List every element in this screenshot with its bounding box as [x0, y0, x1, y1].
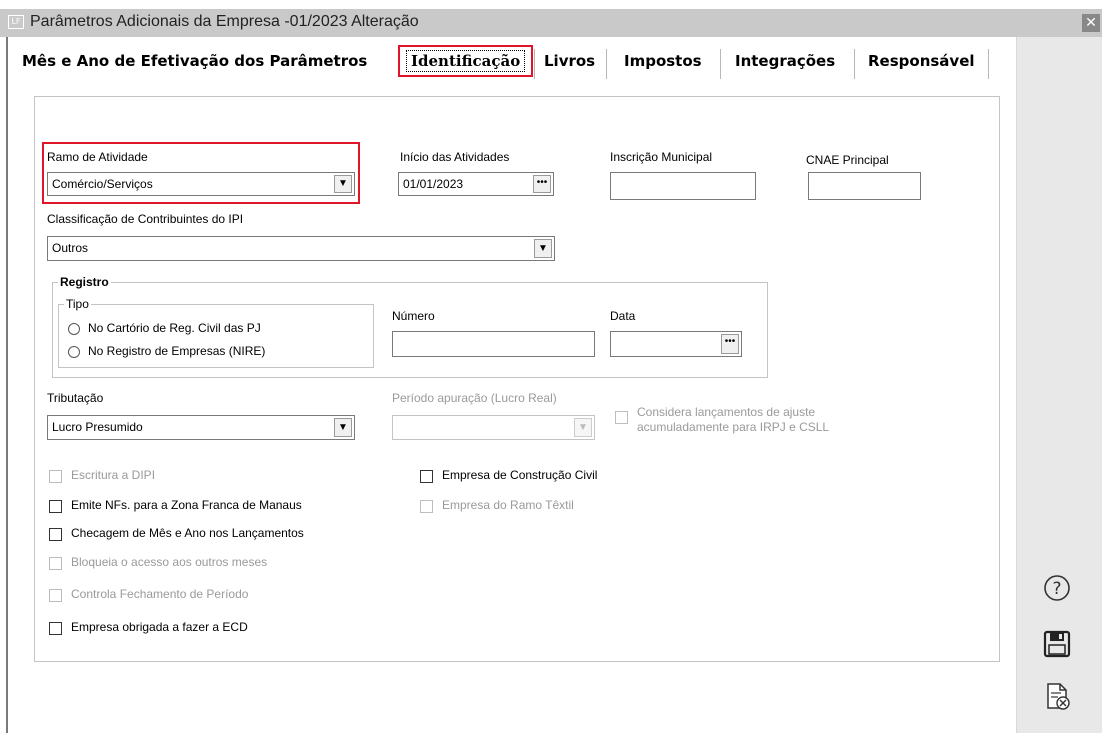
checkbox[interactable] — [49, 500, 62, 513]
app-logo-icon: LF — [8, 15, 24, 29]
tab-separator — [534, 49, 535, 79]
periodo-label: Período apuração (Lucro Real) — [392, 391, 557, 405]
checkbox[interactable] — [49, 528, 62, 541]
radio-nire-label: No Registro de Empresas (NIRE) — [88, 344, 266, 358]
tab-separator — [988, 49, 989, 79]
tab-mes-ano[interactable]: Mês e Ano de Efetivação dos Parâmetros — [14, 47, 375, 79]
tab-livros[interactable]: Livros — [536, 47, 603, 79]
classificacao-value: Outros — [52, 241, 89, 255]
tributacao-label: Tributação — [47, 391, 104, 405]
ecd-label: Empresa obrigada a fazer a ECD — [71, 620, 248, 634]
checkbox[interactable] — [420, 470, 433, 483]
title-bar[interactable]: LF Parâmetros Adicionais da Empresa -01/… — [0, 9, 1102, 37]
checkbox[interactable] — [420, 500, 433, 513]
zona-franca-label: Emite NFs. para a Zona Franca de Manaus — [71, 498, 302, 512]
data-label: Data — [610, 309, 636, 323]
considera-label: Considera lançamentos de ajuste acumulad… — [637, 405, 829, 435]
screen-top-strip — [0, 0, 1102, 9]
escritura-dipi-label: Escritura a DIPI — [71, 468, 156, 482]
cancel-document-icon[interactable] — [1042, 681, 1072, 711]
tab-highlight-box — [398, 45, 533, 77]
checkbox[interactable] — [49, 622, 62, 635]
numero-input[interactable] — [392, 331, 595, 357]
checkbox[interactable] — [49, 589, 62, 602]
chevron-down-icon[interactable]: ▼ — [334, 418, 352, 437]
close-button[interactable]: ✕ — [1082, 14, 1100, 32]
classificacao-select[interactable]: Outros ▼ — [47, 236, 555, 261]
ramo-select[interactable]: Comércio/Serviços ▼ — [47, 172, 355, 196]
inicio-date-field[interactable]: 01/01/2023 ••• — [398, 172, 554, 196]
inicio-value: 01/01/2023 — [403, 177, 464, 191]
help-icon-glyph: ? — [1052, 579, 1061, 599]
date-picker-button[interactable]: ••• — [721, 334, 739, 354]
tab-separator — [854, 49, 855, 79]
considera-label-line2: acumuladamente para IRPJ e CSLL — [637, 420, 830, 434]
registro-title: Registro — [58, 275, 111, 289]
inicio-label: Início das Atividades — [400, 150, 510, 164]
tab-separator — [606, 49, 607, 79]
construcao-civil-label: Empresa de Construção Civil — [442, 468, 598, 482]
tab-integracoes[interactable]: Integrações — [727, 47, 843, 79]
controla-fechamento-label: Controla Fechamento de Período — [71, 587, 249, 601]
numero-label: Número — [392, 309, 435, 323]
action-sidebar: ? — [1016, 37, 1102, 733]
checagem-label: Checagem de Mês e Ano nos Lançamentos — [71, 526, 304, 540]
tributacao-select[interactable]: Lucro Presumido ▼ — [47, 415, 355, 440]
considera-checkbox[interactable] — [615, 411, 628, 424]
ramo-label: Ramo de Atividade — [47, 150, 148, 164]
inscricao-input[interactable] — [610, 172, 756, 200]
tab-strip: Mês e Ano de Efetivação dos Parâmetros I… — [8, 37, 1008, 97]
data-date-field[interactable]: ••• — [610, 331, 742, 357]
tab-responsavel[interactable]: Responsável — [860, 47, 983, 79]
cnae-label: CNAE Principal — [806, 153, 889, 167]
considera-label-line1: Considera lançamentos de ajuste — [637, 405, 816, 419]
tributacao-value: Lucro Presumido — [52, 420, 143, 434]
ramo-textil-label: Empresa do Ramo Têxtil — [442, 498, 574, 512]
help-icon[interactable]: ? — [1042, 573, 1072, 603]
date-picker-button[interactable]: ••• — [533, 175, 551, 193]
checkbox[interactable] — [49, 557, 62, 570]
chevron-down-icon[interactable]: ▼ — [334, 175, 352, 193]
tipo-title: Tipo — [64, 297, 91, 311]
cnae-input[interactable] — [808, 172, 921, 200]
radio-cartorio-label: No Cartório de Reg. Civil das PJ — [88, 321, 261, 335]
bloqueia-label: Bloqueia o acesso aos outros meses — [71, 555, 268, 569]
tab-impostos[interactable]: Impostos — [616, 47, 710, 79]
tab-separator — [720, 49, 721, 79]
ramo-value: Comércio/Serviços — [52, 177, 153, 191]
inscricao-label: Inscrição Municipal — [610, 150, 713, 164]
save-icon[interactable] — [1042, 629, 1072, 659]
chevron-down-icon[interactable]: ▼ — [574, 418, 592, 437]
periodo-select[interactable]: ▼ — [392, 415, 595, 440]
window-title: Parâmetros Adicionais da Empresa -01/202… — [30, 13, 419, 30]
radio-button[interactable] — [68, 346, 80, 358]
radio-button[interactable] — [68, 323, 80, 335]
chevron-down-icon[interactable]: ▼ — [534, 239, 552, 258]
checkbox[interactable] — [49, 470, 62, 483]
tipo-group — [58, 304, 374, 368]
classificacao-label: Classificação de Contribuintes do IPI — [47, 212, 244, 226]
